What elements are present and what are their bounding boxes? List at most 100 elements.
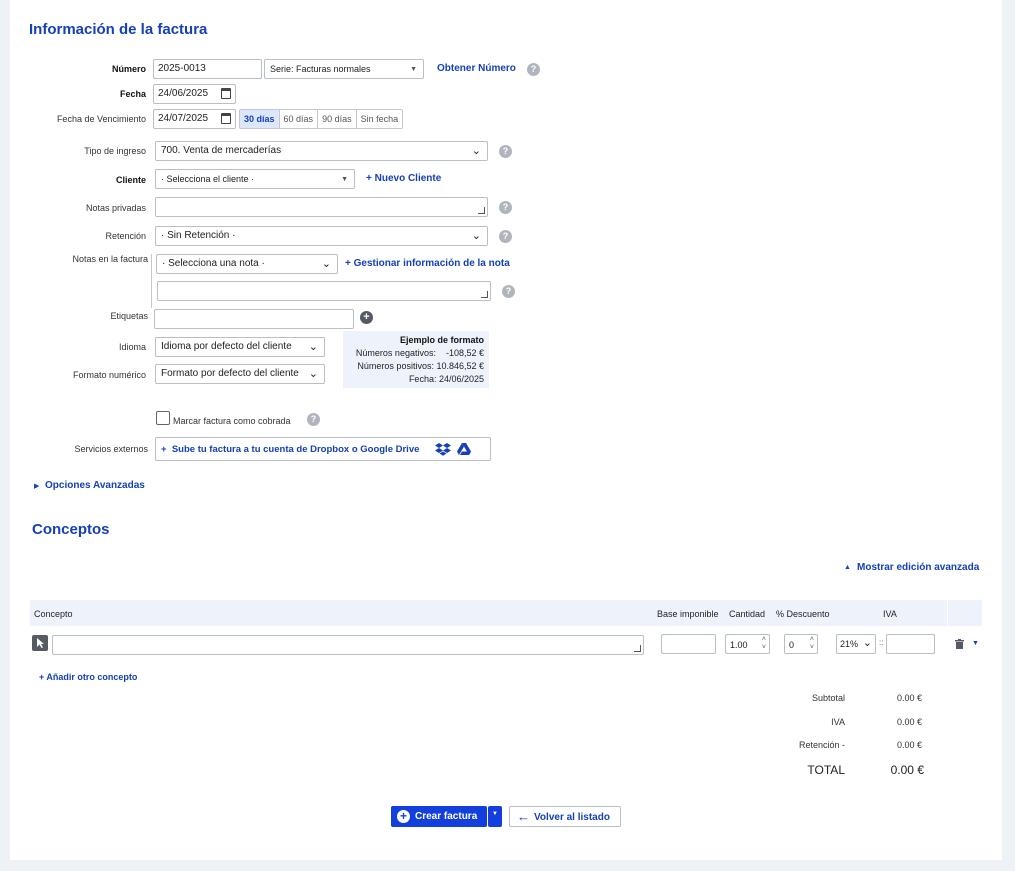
stepper-icon[interactable]: ˄ ˅ [762,636,766,652]
total-value: 0.00 € [890,763,924,777]
total-label: TOTAL [807,763,845,777]
etiquetas-label: Etiquetas [110,311,148,321]
ejemplo-fecha: Fecha: 24/06/2025 [408,374,484,384]
opciones-avanzadas-link[interactable]: Opciones Avanzadas [45,480,145,491]
subtotal-label: Subtotal [811,693,845,703]
serie-select-value: Serie: Facturas normales [270,64,371,74]
cliente-select[interactable]: · Selecciona el cliente · ▼ [155,169,355,189]
numero-label: Número [111,64,146,74]
chevron-down-icon: ▼ [410,66,417,73]
servicios-label: Servicios externos [74,444,148,454]
caret-down-icon[interactable]: ▼ [972,640,979,647]
tipo-ingreso-select[interactable]: 700. Venta de mercaderías ⌄ [155,141,488,161]
gestionar-nota-link[interactable]: + Gestionar información de la nota [345,258,510,269]
chevron-down-icon: ⌄ [308,368,318,380]
arrow-left-icon: ← [517,809,530,824]
chevron-down-icon: ⌄ [471,230,481,242]
help-icon[interactable]: ? [499,201,512,214]
chevron-down-icon: ▼ [341,176,348,183]
chevron-down-icon: ⌄ [308,341,318,353]
base-imponible-input[interactable] [661,634,716,654]
col-concepto: Concepto [34,609,73,619]
numero-input[interactable]: 2025-0013 [153,59,262,79]
descuento-value: 0 [789,640,795,650]
separator-icon: :: [879,638,884,647]
concepto-textarea[interactable] [52,635,644,655]
formato-value: Formato por defecto del cliente [161,368,299,379]
help-icon[interactable]: ? [499,145,512,158]
iva-total-value: 0.00 € [896,717,922,727]
notas-divider [151,254,152,308]
notas-privadas-label: Notas privadas [85,203,146,213]
help-icon[interactable]: ? [499,230,512,243]
iva-value: 21% [840,639,859,649]
iva-total-label: IVA [831,717,845,727]
ejemplo-formato-box: Ejemplo de formato Números negativos: -1… [343,331,489,388]
serie-select[interactable]: Serie: Facturas normales ▼ [264,59,424,79]
volver-listado-label: Volver al listado [534,812,610,823]
resize-handle-icon[interactable] [478,207,485,214]
help-icon[interactable]: ? [502,285,515,298]
resize-handle-icon[interactable] [634,645,641,652]
caret-down-icon: ▼ [492,811,498,817]
dropbox-icon [435,443,451,456]
chevron-down-icon: ⌄ [321,258,331,270]
cursor-select-icon[interactable] [32,635,48,651]
stepper-icon[interactable]: ˄ ˅ [810,636,814,652]
col-iva: IVA [883,609,897,619]
retencion-total-value: 0.00 € [896,740,922,750]
notas-factura-label: Notas en la factura [72,254,148,264]
nuevo-cliente-link[interactable]: + Nuevo Cliente [366,173,441,184]
plus-circle-icon: + [397,810,410,823]
resize-handle-icon[interactable] [481,291,488,298]
venc-60-button[interactable]: 60 días [279,110,319,128]
help-icon[interactable]: ? [307,413,320,426]
iva-extra-input[interactable] [886,634,935,654]
ejemplo-negativos: Números negativos: -108,52 € [355,348,484,358]
notas-factura-textarea[interactable] [157,281,491,301]
formato-select[interactable]: Formato por defecto del cliente ⌄ [155,364,325,384]
servicios-button[interactable]: + Sube tu factura a tu cuenta de Dropbox… [155,437,491,461]
add-tag-icon[interactable]: + [360,311,373,324]
vencimiento-options: 30 días 60 días 90 días Sin fecha [239,109,404,129]
obtener-numero-link[interactable]: Obtener Número [437,63,516,74]
col-base: Base imponible [657,609,719,619]
google-drive-icon [457,443,471,455]
formato-label: Formato numérico [72,370,146,380]
ejemplo-title: Ejemplo de formato [399,335,484,345]
caret-up-icon[interactable]: ▲ [844,564,851,571]
trash-icon[interactable] [955,639,964,649]
anadir-concepto-link[interactable]: + Añadir otro concepto [39,672,137,682]
nota-select[interactable]: · Selecciona una nota · ⌄ [156,254,338,274]
caret-right-icon[interactable]: ▶ [34,482,39,490]
fecha-input[interactable]: 24/06/2025 [153,84,236,104]
retencion-total-label: Retención - [798,740,845,750]
chevron-down-icon: ⌄ [862,637,872,649]
calendar-icon[interactable] [221,113,231,124]
notas-privadas-textarea[interactable] [155,197,488,217]
servicios-button-label: + Sube tu factura a tu cuenta de Dropbox… [161,444,420,455]
vencimiento-label: Fecha de Vencimiento [56,114,146,124]
volver-listado-button[interactable]: ← Volver al listado [509,806,621,827]
crear-factura-button[interactable]: + Crear factura [391,806,487,827]
venc-90-button[interactable]: 90 días [318,110,357,128]
venc-30-button[interactable]: 30 días [240,110,280,128]
descuento-input[interactable]: 0 ˄ ˅ [784,634,818,654]
crear-options-button[interactable]: ▼ [488,806,502,827]
venc-sin-fecha-button[interactable]: Sin fecha [356,110,403,128]
cobrada-checkbox[interactable] [156,411,170,425]
tipo-ingreso-label: Tipo de ingreso [84,146,146,156]
etiquetas-input[interactable] [154,309,354,329]
iva-select[interactable]: 21% ⌄ [836,634,876,654]
cantidad-value: 1.00 [730,640,748,650]
retencion-select[interactable]: · Sin Retención · ⌄ [155,226,488,246]
fecha-label: Fecha [119,89,146,99]
help-icon[interactable]: ? [527,63,540,76]
cantidad-input[interactable]: 1.00 ˄ ˅ [725,634,770,654]
idioma-select[interactable]: Idioma por defecto del cliente ⌄ [155,337,325,357]
cliente-label: Cliente [115,175,146,185]
mostrar-edicion-link[interactable]: Mostrar edición avanzada [857,562,979,573]
calendar-icon[interactable] [221,88,231,99]
col-cantidad: Cantidad [729,609,766,619]
vencimiento-input[interactable]: 24/07/2025 [153,109,236,129]
